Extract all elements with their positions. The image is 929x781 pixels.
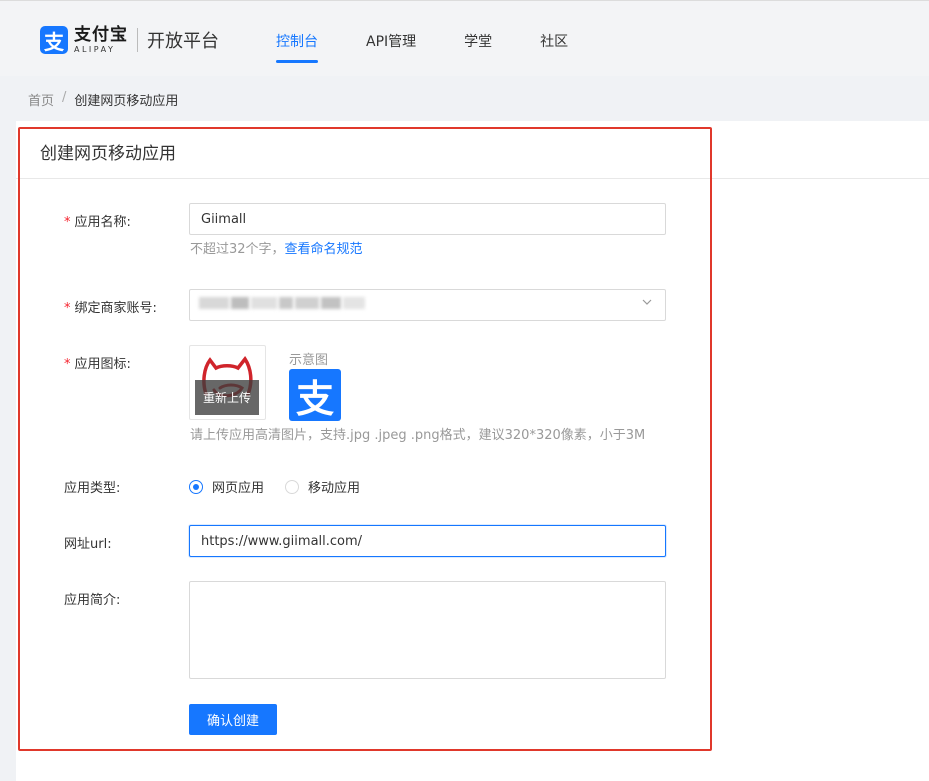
- logo-english-text: ALIPAY: [74, 44, 116, 54]
- radio-mobile-app[interactable]: 移动应用: [285, 477, 360, 496]
- app-intro-label: 应用简介:: [64, 593, 121, 608]
- panel-header: 创建网页移动应用: [16, 121, 929, 179]
- naming-rules-link[interactable]: 查看命名规范: [285, 242, 363, 257]
- breadcrumb-current: 创建网页移动应用: [74, 94, 179, 109]
- platform-name: 开放平台: [147, 31, 219, 52]
- app-icon-upload[interactable]: 重新上传: [189, 345, 266, 420]
- logo-divider: [137, 28, 138, 52]
- nav-console[interactable]: 控制台: [276, 31, 318, 63]
- alipay-sample-icon: 支: [289, 369, 341, 421]
- main-nav: 控制台 API管理 学堂 社区: [276, 31, 616, 63]
- app-icon-help: 请上传应用高清图片，支持.jpg .jpeg .png格式，建议320*320像…: [190, 428, 646, 443]
- radio-mobile-app-label: 移动应用: [308, 481, 361, 496]
- radio-checked-icon: [189, 479, 203, 494]
- radio-web-app-label: 网页应用: [212, 481, 265, 496]
- breadcrumb-home[interactable]: 首页: [28, 90, 54, 109]
- url-label: 网址url:: [64, 537, 112, 552]
- app-intro-textarea[interactable]: [189, 581, 666, 679]
- merchant-account-label: * 绑定商家账号:: [64, 301, 157, 316]
- nav-api-management[interactable]: API管理: [366, 31, 416, 51]
- top-navigation-bar: 支 支付宝 ALIPAY 开放平台 控制台 API管理 学堂 社区: [0, 0, 929, 76]
- alipay-logo[interactable]: 支 支付宝 ALIPAY 开放平台: [40, 26, 219, 54]
- breadcrumb-separator: /: [62, 90, 67, 105]
- app-name-label: * 应用名称:: [64, 215, 131, 230]
- alipay-logo-icon: 支: [40, 26, 68, 54]
- page-title: 创建网页移动应用: [40, 144, 176, 164]
- required-mark: *: [64, 301, 71, 316]
- radio-unchecked-icon: [285, 479, 299, 494]
- merchant-account-value-blurred: [199, 297, 371, 311]
- logo-chinese-text: 支付宝: [74, 24, 128, 45]
- confirm-create-button[interactable]: 确认创建: [189, 704, 277, 735]
- reupload-overlay[interactable]: 重新上传: [195, 380, 259, 415]
- app-icon-label: * 应用图标:: [64, 357, 131, 372]
- radio-web-app[interactable]: 网页应用: [189, 477, 264, 496]
- nav-academy[interactable]: 学堂: [464, 31, 492, 51]
- app-type-label: 应用类型:: [64, 481, 121, 496]
- required-mark: *: [64, 357, 71, 372]
- url-input[interactable]: [189, 525, 666, 557]
- logo-text: 支付宝 ALIPAY: [74, 24, 128, 54]
- sample-label: 示意图: [289, 353, 329, 368]
- required-mark: *: [64, 215, 71, 230]
- app-name-help: 不超过32个字，查看命名规范: [190, 242, 363, 257]
- chevron-down-icon[interactable]: [642, 297, 652, 307]
- breadcrumb: 首页 / 创建网页移动应用: [28, 90, 178, 109]
- app-name-input[interactable]: [189, 203, 666, 235]
- nav-community[interactable]: 社区: [540, 31, 568, 51]
